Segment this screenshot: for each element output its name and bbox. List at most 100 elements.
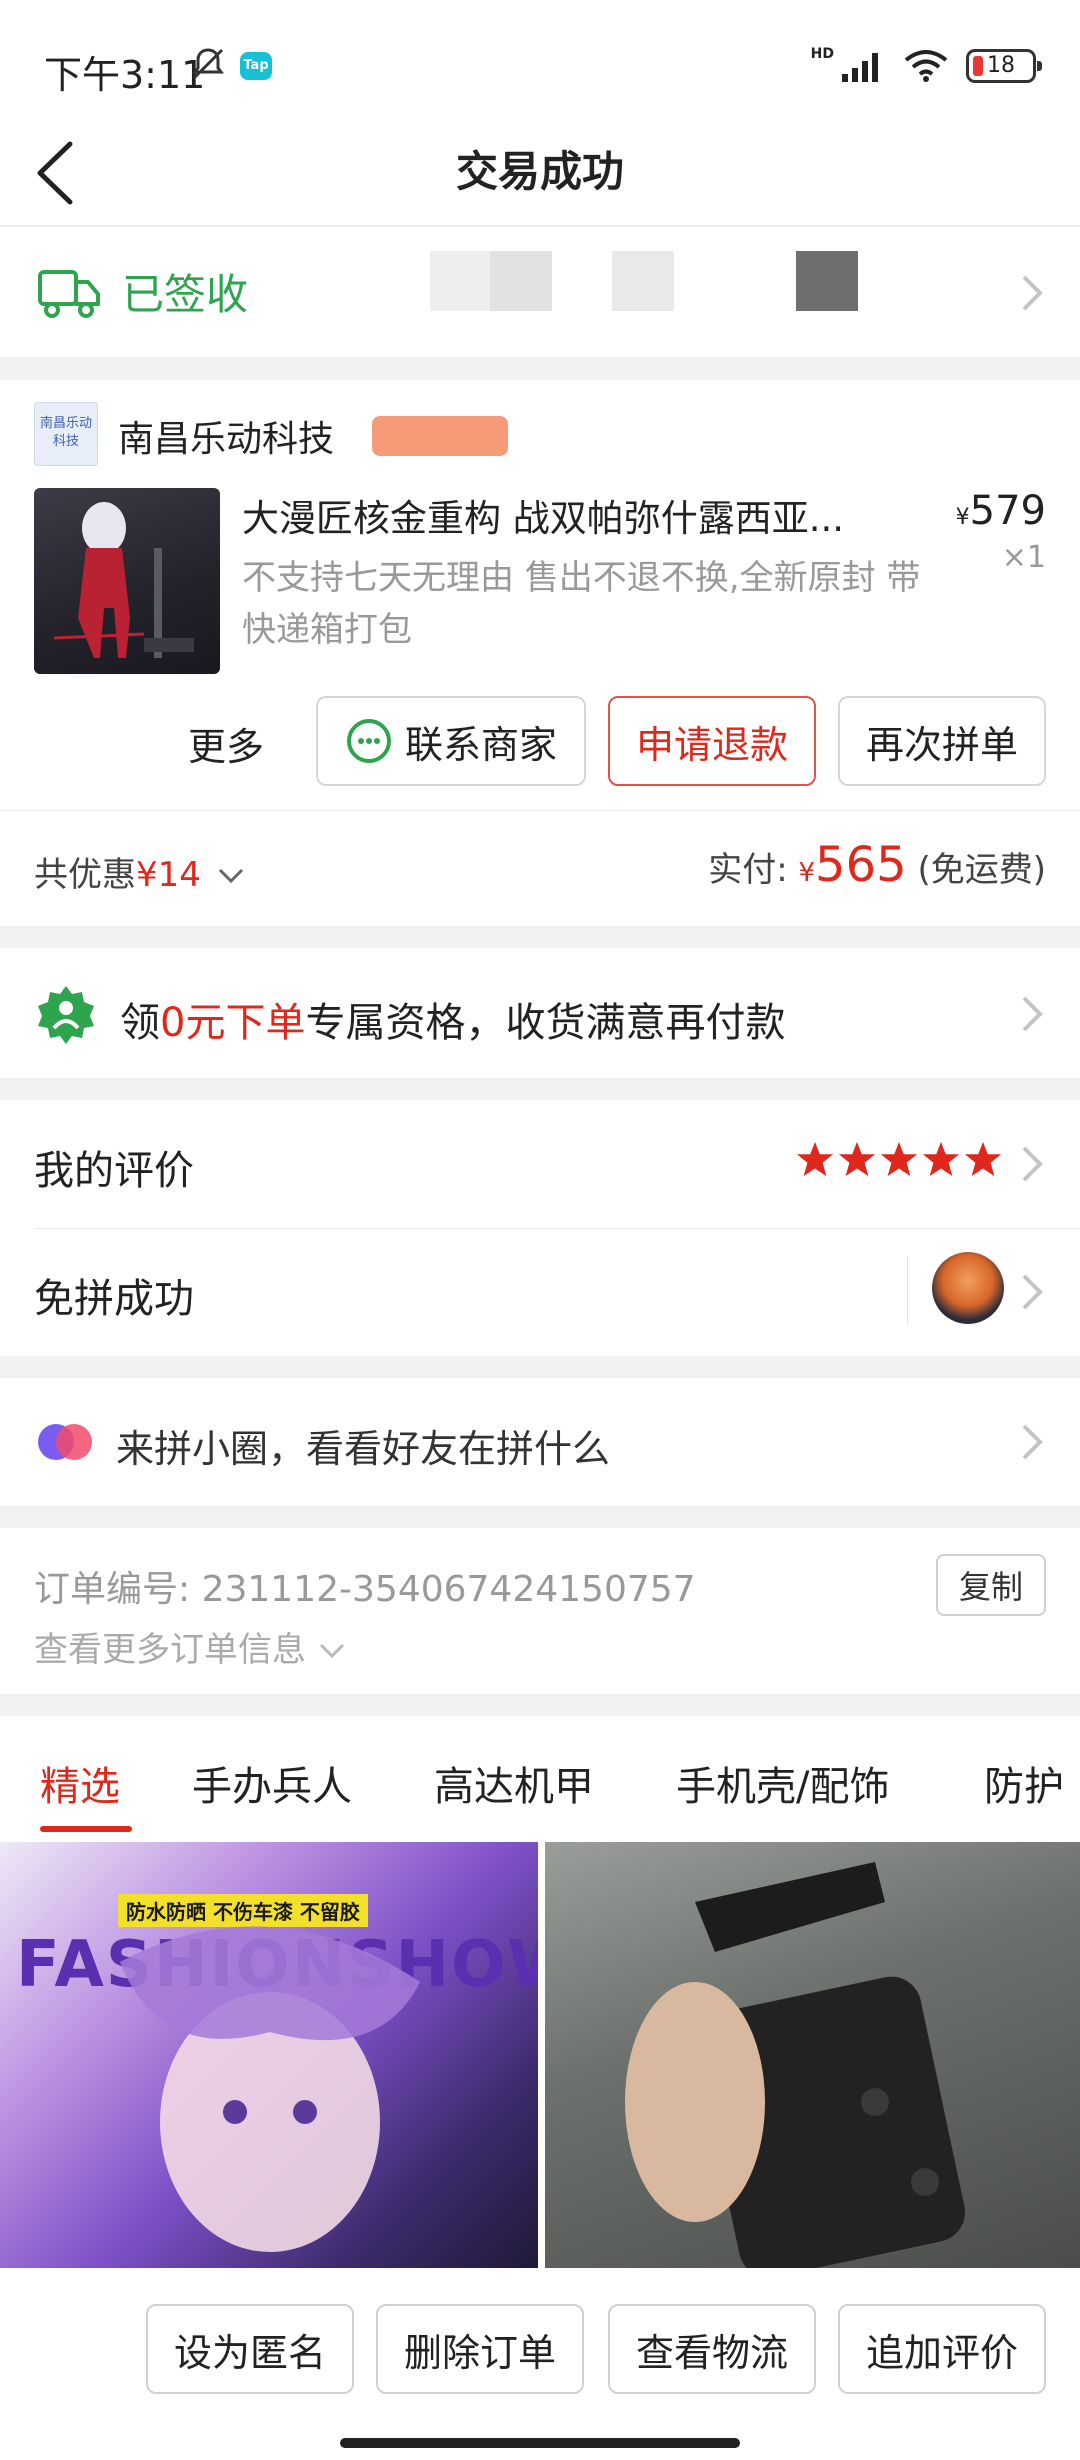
zero-yuan-promo-row[interactable]: 领0元下单专属资格，收货满意再付款 [0,948,1080,1078]
tab-protection[interactable]: 防护 [984,1754,1064,1812]
copy-button[interactable]: 复制 [936,1554,1046,1616]
hd-indicator: HD [810,46,834,62]
review-section: 我的评价 免拼成功 [0,1100,1080,1356]
tab-figures[interactable]: 手办兵人 [192,1754,352,1812]
star-icon [880,1141,918,1177]
star-icon [796,1141,834,1177]
redacted-block [490,251,552,311]
price-value: 579 [969,488,1046,534]
status-time: 下午3:11 [44,53,206,97]
contact-merchant-button[interactable]: 联系商家 [316,696,586,786]
vertical-divider [907,1256,908,1324]
recommendation-feed: 防水防晒 不伤车漆 不留胶 FASHIONSHOW [0,1838,1080,2268]
product-quantity: ×1 [1001,540,1046,575]
friends-circle-icon [38,1424,92,1460]
feed-item[interactable]: 防水防晒 不伤车漆 不留胶 FASHIONSHOW [0,1842,538,2268]
anime-artwork [120,1926,420,2252]
tab-gundam[interactable]: 高达机甲 [434,1754,594,1812]
view-logistics-button[interactable]: 查看物流 [608,2304,816,2394]
status-indicators: HD 18 [810,46,1042,86]
shop-logo[interactable]: 南昌乐动科技 [34,402,98,466]
avatar[interactable] [932,1252,1004,1324]
order-number: 订单编号: 231112-354067424150757 [34,1560,696,1612]
taptap-app-icon: Tap [240,52,272,80]
discount-amount: ¥14 [136,855,201,895]
signal-icon [842,53,878,82]
star-icon [922,1141,960,1177]
contact-merchant-label: 联系商家 [404,722,557,767]
friends-circle-row[interactable]: 来拼小圈，看看好友在拼什么 [0,1378,1080,1506]
more-order-info-label: 查看更多订单信息 [34,1630,306,1670]
review-stars[interactable] [796,1140,1002,1178]
chevron-right-icon [1022,1424,1043,1460]
shipping-note: (免运费) [917,850,1046,890]
friends-circle-text: 来拼小圈，看看好友在拼什么 [116,1427,611,1471]
star-icon [838,1141,876,1177]
paid-amount: 565 [815,837,907,893]
figure-silhouette [53,502,194,658]
chevron-down-icon [319,1643,344,1659]
row-divider [34,1228,1080,1229]
payment-summary: 共优惠¥14 实付: ¥565 (免运费) [0,810,1080,926]
chevron-right-icon [1022,1274,1043,1310]
order-number-value: 231112-354067424150757 [201,1569,696,1610]
promo-suffix: 专属资格，收货满意再付款 [305,1000,786,1046]
bottom-action-bar: 设为匿名 删除订单 查看物流 追加评价 [0,2268,1080,2460]
product-description: 不支持七天无理由 售出不退不换,全新原封 带快递箱打包 [242,558,921,650]
discount-toggle[interactable]: 共优惠¥14 [34,847,246,896]
logistics-row[interactable]: 已签收 [0,227,1080,357]
star-icon [964,1141,1002,1177]
title-bar: 交易成功 [0,120,1080,226]
badge-check-icon [38,986,94,1044]
chat-bubble-icon [346,719,391,763]
promo-text: 领0元下单专属资格，收货满意再付款 [120,990,785,1048]
rebuy-label: 再次拼单 [865,722,1018,767]
refund-button[interactable]: 申请退款 [608,696,816,786]
delete-order-button[interactable]: 删除订单 [376,2304,584,2394]
order-card: 南昌乐动科技 南昌乐动科技 大漫匠核金重构 战双帕弥什露西亚... 不支持七天无… [0,380,1080,810]
page-title: 交易成功 [455,147,624,196]
chevron-right-icon [1022,1146,1043,1182]
product-price: ¥579 [956,488,1046,534]
more-actions-link[interactable]: 更多 [188,716,264,771]
promo-prefix: 领 [120,1000,160,1046]
set-anonymous-button[interactable]: 设为匿名 [146,2304,354,2394]
shop-tag-badge [372,416,508,456]
product-image[interactable] [34,488,220,674]
status-bar: 下午3:11 Tap HD 18 [0,0,1080,120]
order-detail-page: 下午3:11 Tap HD 18 交易成功 已签收 南昌乐动科技 南昌乐动科技 … [0,0,1080,2460]
home-indicator[interactable] [340,2438,740,2448]
feed-item[interactable] [545,1842,1080,2268]
category-tabs: 精选 手办兵人 高达机甲 手机壳/配饰 防护 [0,1716,1080,1838]
mute-bell-icon [192,48,224,80]
tab-phone-cases[interactable]: 手机壳/配饰 [676,1754,889,1812]
wifi-icon [904,50,948,82]
paid-total: 实付: ¥565 (免运费) [708,837,1046,893]
tab-featured[interactable]: 精选 [40,1754,120,1812]
paid-label: 实付: [708,850,788,890]
more-order-info-toggle[interactable]: 查看更多订单信息 [34,1622,347,1671]
order-number-label: 订单编号: [34,1569,191,1610]
redacted-block [612,251,674,311]
promo-highlight: 0元下单 [160,1000,306,1046]
rebuy-button[interactable]: 再次拼单 [838,696,1046,786]
knife-holster-photo [625,1862,965,2268]
chevron-right-icon [1022,996,1043,1032]
shop-name[interactable]: 南昌乐动科技 [118,410,334,462]
append-review-button[interactable]: 追加评价 [838,2304,1046,2394]
product-title[interactable]: 大漫匠核金重构 战双帕弥什露西亚... [242,488,902,542]
chevron-right-icon [1022,275,1043,311]
refund-label: 申请退款 [635,722,788,767]
paid-currency: ¥ [798,858,816,888]
truck-icon [38,270,100,318]
redacted-block [430,251,490,311]
logistics-status: 已签收 [122,270,249,319]
chevron-down-icon [218,868,243,884]
battery-icon: 18 [966,49,1042,83]
active-tab-indicator [40,1826,132,1832]
group-success-label[interactable]: 免拼成功 [34,1266,194,1324]
price-currency: ¥ [955,505,970,530]
order-info: 订单编号: 231112-354067424150757 复制 查看更多订单信息 [0,1528,1080,1694]
discount-prefix: 共优惠 [34,855,136,895]
my-review-label[interactable]: 我的评价 [34,1138,194,1196]
